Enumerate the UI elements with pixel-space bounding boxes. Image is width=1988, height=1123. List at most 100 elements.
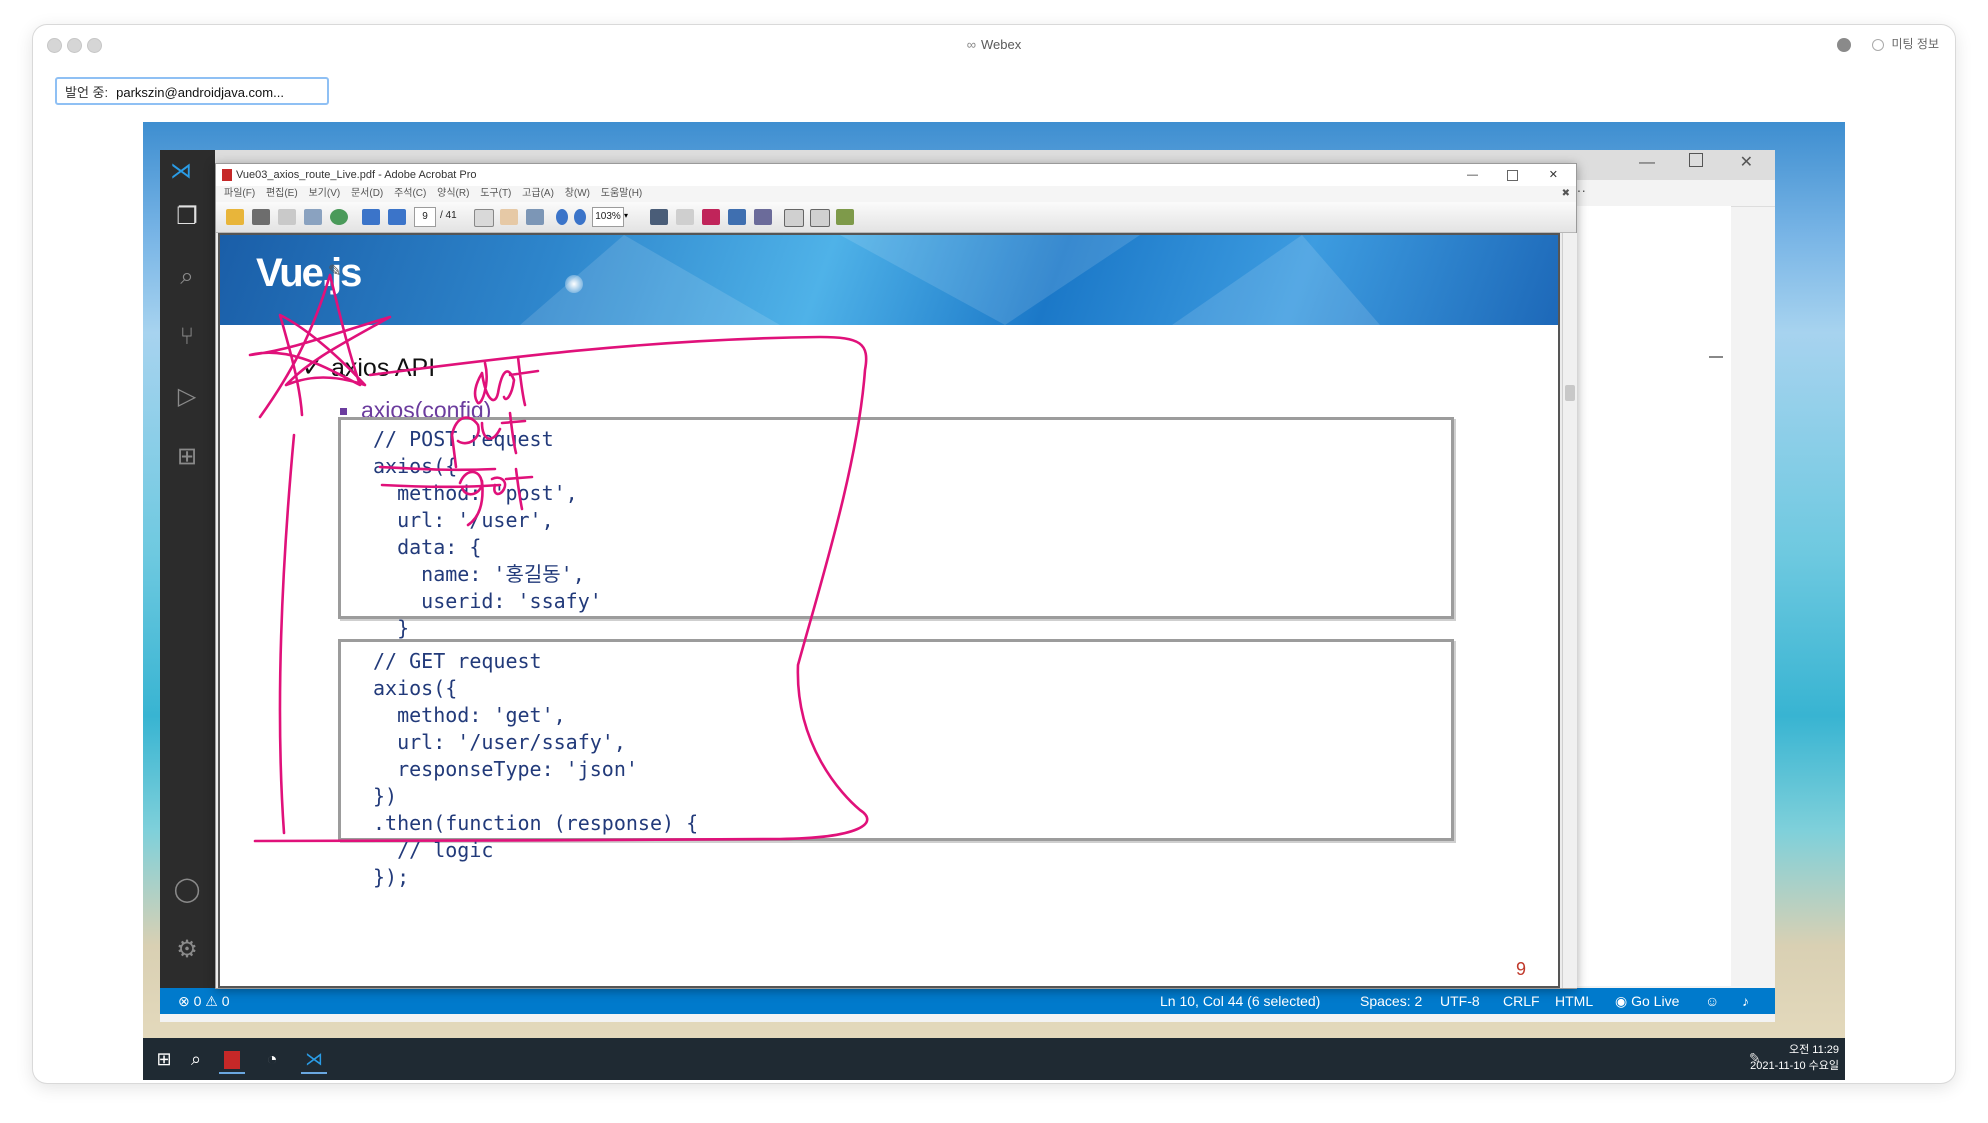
active-speaker-box: 발언 중: parkszin@androidjava.com... xyxy=(55,77,329,105)
page-number-input[interactable]: 9 xyxy=(414,207,436,227)
feedback-icon[interactable]: ☺ xyxy=(1705,988,1719,1014)
status-bar: ⊗ 0 ⚠ 0 Ln 10, Col 44 (6 selected) Space… xyxy=(160,988,1775,1014)
menu-document[interactable]: 문서(D) xyxy=(351,188,383,199)
meeting-info[interactable]: 미팅 정보 xyxy=(1836,35,1940,52)
text-box-icon[interactable] xyxy=(784,209,804,227)
shared-screen: — ✕ ··· ⋊ ❐ ⌕ ⑂ ▷ ⊞ ◯ ⚙ ⊗ 0 ⚠ 0 Ln 10, C… xyxy=(143,122,1845,1080)
ink-word-put xyxy=(450,411,527,469)
zoom-tool-icon[interactable] xyxy=(526,209,544,225)
ink-word-get xyxy=(458,467,534,527)
clock-time: 오전 11:29 xyxy=(1788,1044,1839,1056)
vscode-logo-icon: ⋊ xyxy=(170,158,192,183)
run-debug-icon[interactable]: ▷ xyxy=(172,382,202,412)
crop-icon[interactable] xyxy=(728,209,746,225)
pdf-file-icon xyxy=(222,169,232,182)
zoom-dropdown-icon[interactable]: ▾ xyxy=(624,211,628,220)
activity-bar: ⋊ ❐ ⌕ ⑂ ▷ ⊞ ◯ ⚙ xyxy=(160,150,215,988)
select-tool-icon[interactable] xyxy=(474,209,494,227)
taskbar-search-icon[interactable]: ⌕ xyxy=(183,1046,209,1072)
meeting-info-label[interactable]: 미팅 정보 xyxy=(1892,37,1940,51)
source-control-icon[interactable]: ⑂ xyxy=(172,322,202,352)
pen-cursor-icon: ✎ xyxy=(328,263,342,280)
snapshot-icon[interactable] xyxy=(810,209,830,227)
close-icon[interactable]: ✕ xyxy=(1740,152,1753,172)
settings-gear-icon[interactable]: ⚙ xyxy=(172,935,202,965)
broadcast-icon: ◉ xyxy=(1615,993,1632,1009)
menu-edit[interactable]: 편집(E) xyxy=(266,188,298,199)
webex-window: ∞ Webex 미팅 정보 발언 중: parkszin@androidjava.c… xyxy=(33,25,1955,1083)
explorer-icon[interactable]: ❐ xyxy=(172,202,202,232)
zoom-in-icon[interactable] xyxy=(574,209,586,225)
minimize-icon[interactable]: — xyxy=(1639,154,1655,172)
webex-title: ∞ Webex xyxy=(33,37,1955,52)
webex-title-text: Webex xyxy=(981,37,1022,52)
pdf-scroll-thumb[interactable] xyxy=(1565,385,1575,401)
previous-page-icon[interactable] xyxy=(362,209,380,225)
cursor-position-status[interactable]: Ln 10, Col 44 (6 selected) xyxy=(1160,988,1320,1014)
info-icon xyxy=(1872,38,1885,51)
pointer-tool-icon[interactable] xyxy=(650,209,668,225)
acro-maximize-icon[interactable] xyxy=(1507,170,1518,181)
print-icon[interactable] xyxy=(252,209,270,225)
problems-status[interactable]: ⊗ 0 ⚠ 0 xyxy=(178,988,230,1014)
vscode-window: — ✕ ··· ⋊ ❐ ⌕ ⑂ ▷ ⊞ ◯ ⚙ ⊗ 0 ⚠ 0 Ln 10, C… xyxy=(160,150,1775,1022)
webex-logo-icon: ∞ xyxy=(966,37,977,52)
form-field-icon[interactable] xyxy=(676,209,694,225)
menu-tools[interactable]: 도구(T) xyxy=(480,188,511,199)
app-taskbar-icon[interactable]: ◔ xyxy=(259,1046,285,1072)
taskbar-clock[interactable]: 오전 11:29 2021-11-10 수요일 xyxy=(1750,1042,1839,1074)
acro-close-icon[interactable]: ✕ xyxy=(1549,164,1558,186)
email-icon[interactable] xyxy=(304,209,322,225)
save-icon[interactable] xyxy=(278,209,296,225)
encoding-status[interactable]: UTF-8 xyxy=(1440,988,1480,1014)
speaker-label: 발언 중: xyxy=(65,85,109,100)
windows-taskbar: ⊞ ⌕ ◔ ⋊ ✎ 오전 11:29 2021-11-10 수요일 xyxy=(143,1038,1845,1080)
menu-help[interactable]: 도움말(H) xyxy=(601,188,642,199)
clock-date: 2021-11-10 수요일 xyxy=(1750,1060,1839,1072)
ink-star xyxy=(248,273,392,419)
acrobat-titlebar: Vue03_axios_route_Live.pdf - Adobe Acrob… xyxy=(216,164,1576,186)
language-status[interactable]: HTML xyxy=(1555,988,1593,1014)
search-icon[interactable]: ⌕ xyxy=(172,262,202,292)
next-page-icon[interactable] xyxy=(388,209,406,225)
eol-status[interactable]: CRLF xyxy=(1503,988,1540,1014)
menu-file[interactable]: 파일(F) xyxy=(224,188,255,199)
ink-annotations xyxy=(248,273,869,843)
pdf-page[interactable]: Vue.js ✓ axios API axios(config) // POST … xyxy=(218,233,1560,988)
account-icon[interactable]: ◯ xyxy=(172,875,202,905)
editor-area[interactable] xyxy=(1550,206,1731,986)
ink-word-delete xyxy=(473,355,540,407)
extensions-icon[interactable]: ⊞ xyxy=(172,442,202,472)
ink-box xyxy=(253,335,869,843)
maximize-icon[interactable] xyxy=(1689,153,1703,167)
acrobat-toolbar: 9 / 41 103% ▾ xyxy=(216,202,1576,233)
page-total: / 41 xyxy=(440,210,457,221)
sign-icon[interactable] xyxy=(836,209,854,225)
menu-window[interactable]: 창(W) xyxy=(565,188,590,199)
acrobat-title-text: Vue03_axios_route_Live.pdf - Adobe Acrob… xyxy=(236,169,477,181)
menu-view[interactable]: 보기(V) xyxy=(308,188,340,199)
menu-forms[interactable]: 양식(R) xyxy=(437,188,469,199)
collaborate-icon[interactable] xyxy=(330,209,348,225)
acrobat-menubar: 파일(F) 편집(E) 보기(V) 문서(D) 주석(C) 양식(R) 도구(T… xyxy=(216,186,1576,202)
doc-close-icon[interactable]: ✖ xyxy=(1562,186,1570,202)
editor-tabbar: ··· xyxy=(1550,180,1775,207)
vscode-taskbar-icon[interactable]: ⋊ xyxy=(301,1046,327,1074)
open-folder-icon[interactable] xyxy=(226,209,244,225)
minimap-slider[interactable] xyxy=(1709,356,1723,358)
acrobat-taskbar-icon[interactable] xyxy=(219,1046,245,1074)
golive-button[interactable]: ◉ Go Live xyxy=(1615,988,1679,1014)
link-tool-icon[interactable] xyxy=(754,209,772,225)
notifications-bell-icon[interactable]: ♪ xyxy=(1742,988,1749,1014)
zoom-level-input[interactable]: 103% xyxy=(592,207,624,227)
menu-advanced[interactable]: 고급(A) xyxy=(522,188,554,199)
text-highlight-icon[interactable] xyxy=(702,209,720,225)
pdf-scrollbar[interactable] xyxy=(1562,233,1577,988)
windows-start-icon[interactable]: ⊞ xyxy=(151,1046,177,1072)
hand-tool-icon[interactable] xyxy=(500,209,518,225)
acro-minimize-icon[interactable]: — xyxy=(1467,164,1478,186)
golive-label: Go Live xyxy=(1631,993,1680,1009)
menu-comments[interactable]: 주석(C) xyxy=(394,188,426,199)
zoom-out-icon[interactable] xyxy=(556,209,568,225)
indentation-status[interactable]: Spaces: 2 xyxy=(1360,988,1422,1014)
